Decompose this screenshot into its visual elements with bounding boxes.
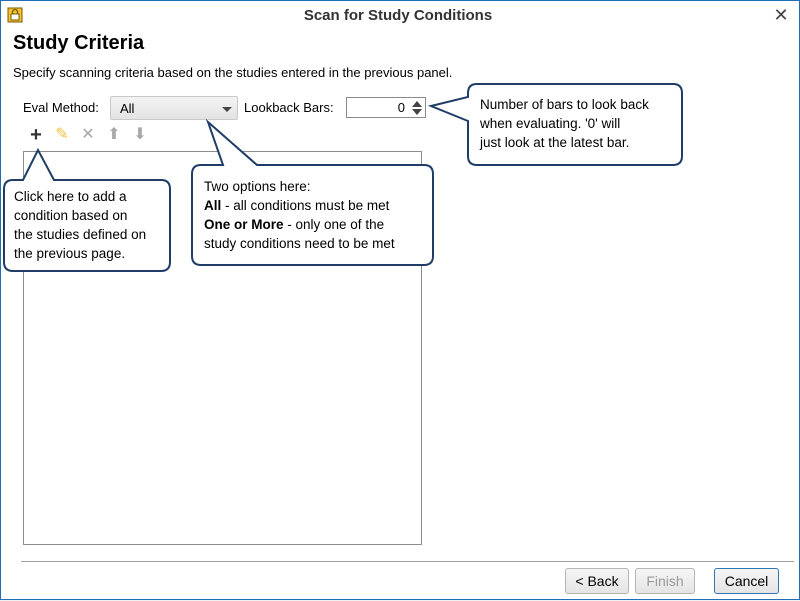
page-description: Specify scanning criteria based on the s…: [13, 65, 453, 80]
close-icon[interactable]: ✕: [773, 6, 789, 24]
callout-line: Click here to add a: [14, 189, 127, 204]
delete-icon[interactable]: ✕: [80, 126, 96, 144]
eval-callout: Two options here: All - all conditions m…: [204, 177, 395, 253]
callout-line: Two options here:: [204, 179, 311, 194]
spin-down-icon[interactable]: [412, 109, 422, 115]
spin-up-icon[interactable]: [412, 101, 422, 107]
finish-button[interactable]: Finish: [635, 568, 695, 594]
callout-line: condition based on: [14, 208, 128, 223]
chevron-down-icon: [222, 107, 232, 112]
lookback-callout: Number of bars to look back when evaluat…: [480, 95, 649, 152]
back-button[interactable]: < Back: [565, 568, 629, 594]
callout-bold: One or More: [204, 217, 284, 232]
eval-method-value: All: [120, 101, 135, 116]
move-up-icon[interactable]: ⬆: [106, 126, 122, 144]
page-title: Study Criteria: [13, 32, 145, 54]
callout-rest: - only one of the: [283, 217, 385, 232]
callout-line: the studies defined on: [14, 227, 147, 242]
edit-pencil-icon[interactable]: ✎: [54, 126, 70, 144]
eval-method-dropdown[interactable]: All: [110, 96, 238, 120]
cancel-button[interactable]: Cancel: [714, 568, 779, 594]
callout-line: All - all conditions must be met: [204, 196, 395, 215]
callout-bold: All: [204, 198, 222, 213]
move-down-icon[interactable]: ⬇: [132, 126, 148, 144]
dialog-window: Scan for Study Conditions ✕ Study Criter…: [0, 0, 800, 600]
callout-line: the previous page.: [14, 246, 126, 261]
callout-rest: - all conditions must be met: [221, 198, 390, 213]
callout-line: One or More - only one of the: [204, 215, 395, 234]
callout-line: Number of bars to look back: [480, 97, 649, 112]
lookback-bars-value: 0: [397, 100, 405, 115]
lookback-bars-label: Lookback Bars:: [244, 100, 334, 115]
add-icon[interactable]: +: [28, 125, 44, 145]
footer-divider: [21, 561, 794, 562]
lookback-bars-spinner[interactable]: 0: [346, 97, 426, 118]
eval-method-label: Eval Method:: [23, 100, 99, 115]
window-title: Scan for Study Conditions: [303, 7, 493, 24]
add-callout: Click here to add a condition based on t…: [14, 187, 146, 263]
callout-line: just look at the latest bar.: [480, 135, 630, 150]
title-bar: Scan for Study Conditions ✕: [1, 1, 799, 31]
callout-line: study conditions need to be met: [204, 236, 395, 251]
callout-line: when evaluating. '0' will: [480, 116, 621, 131]
